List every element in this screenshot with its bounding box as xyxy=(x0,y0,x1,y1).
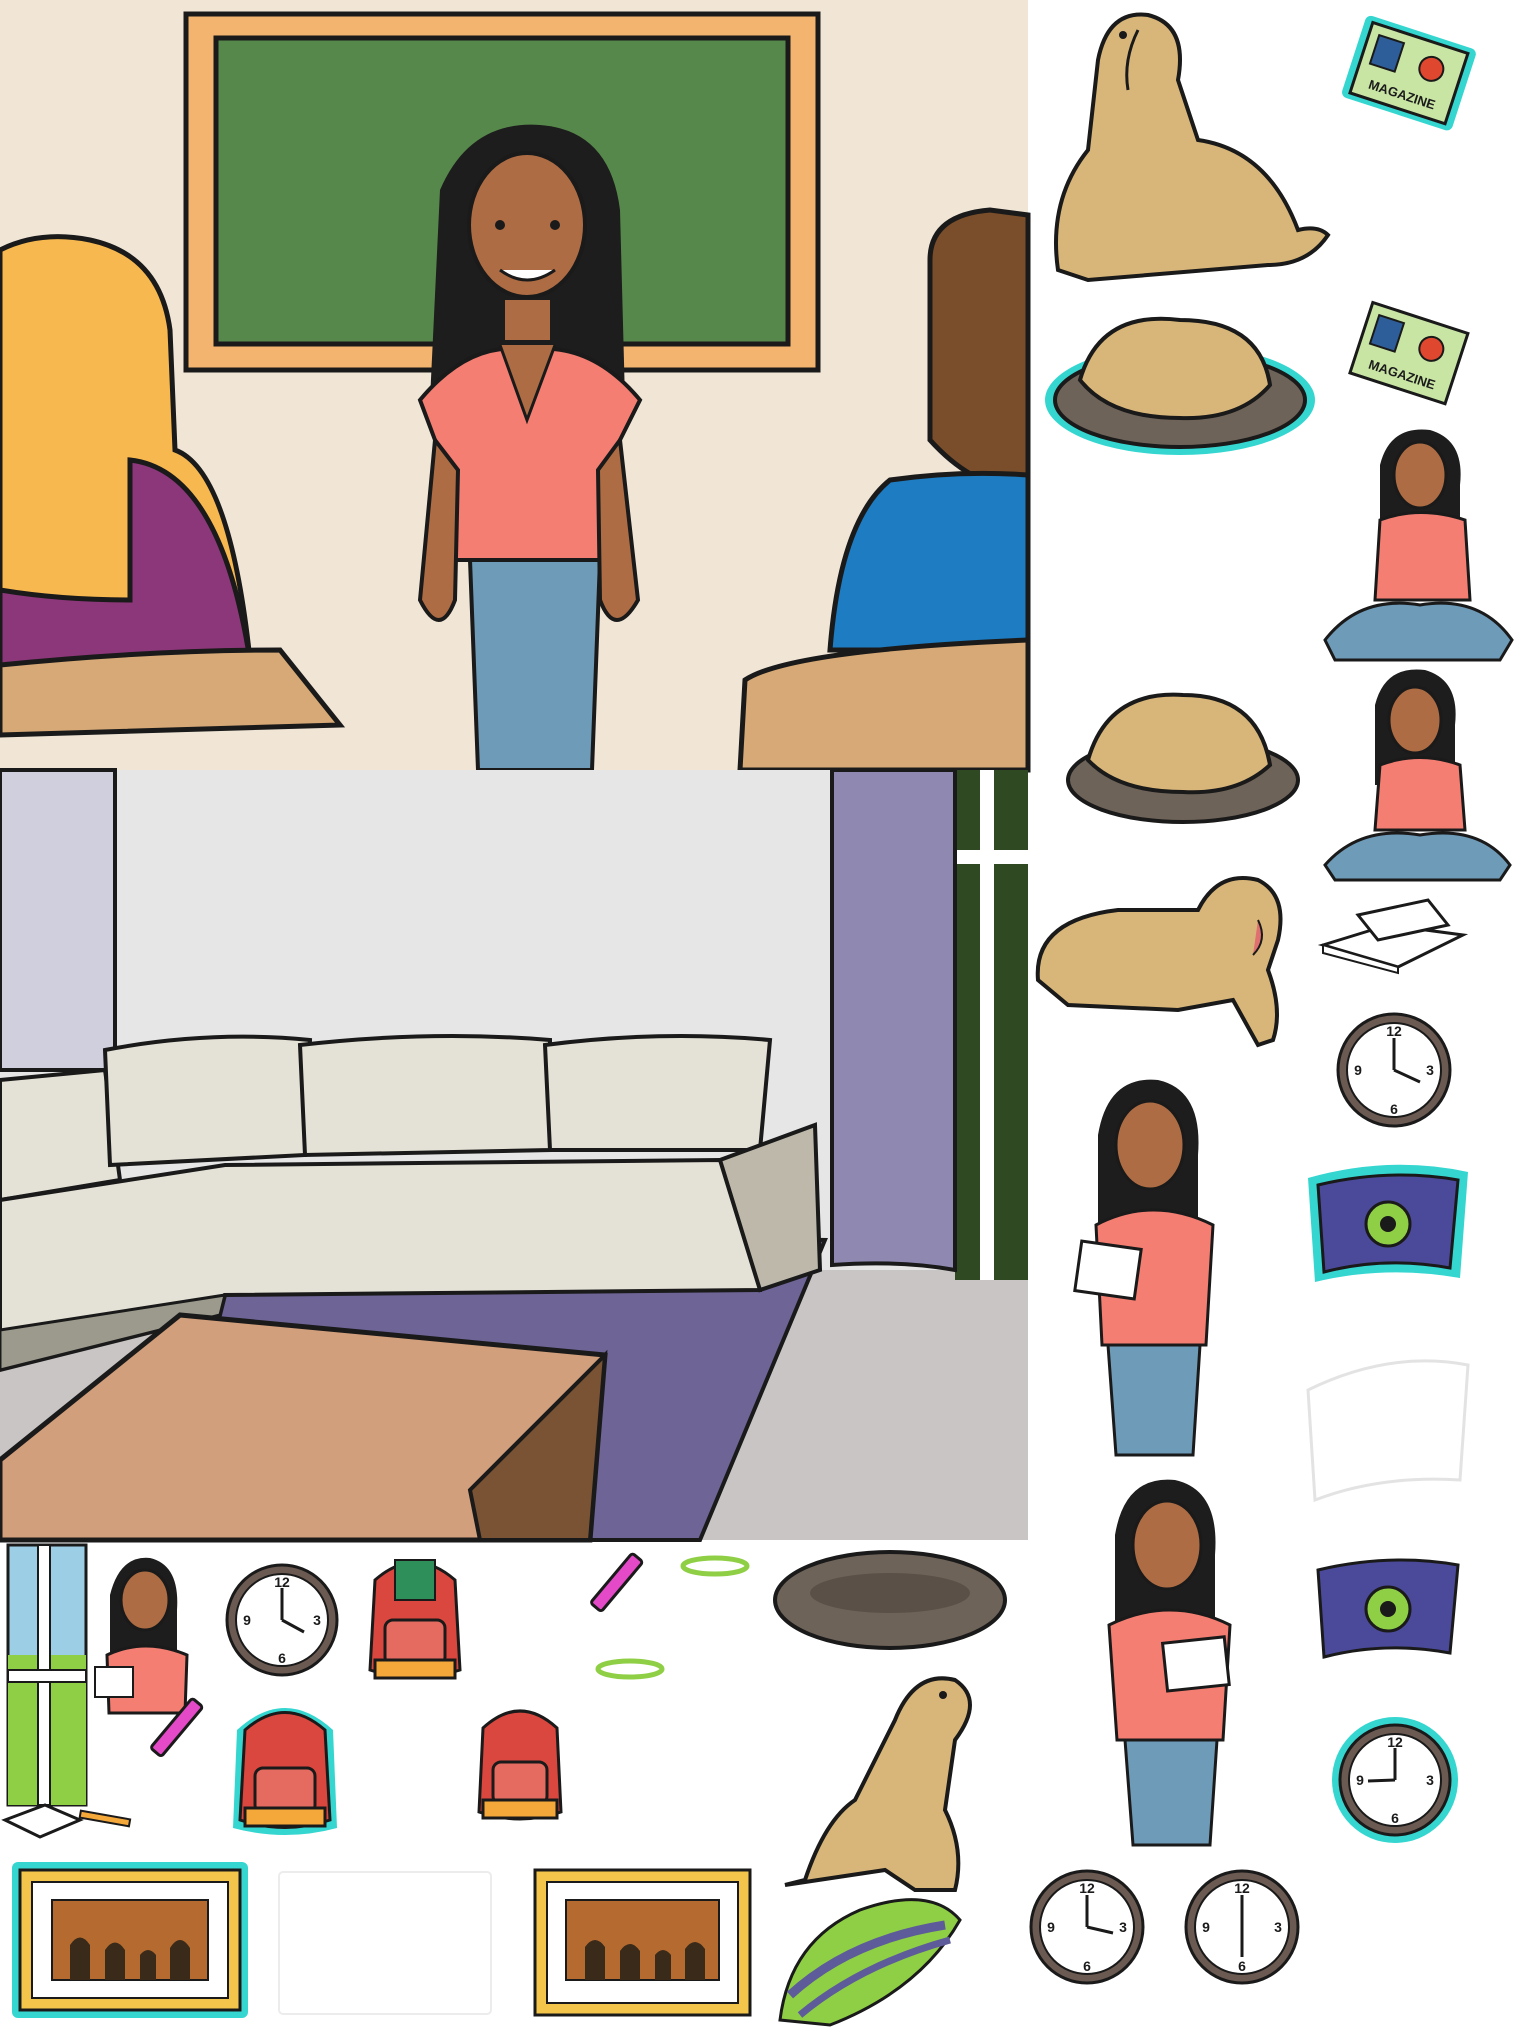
clock-numeral: 3 xyxy=(1119,1919,1127,1935)
dog-sitting[interactable] xyxy=(1028,0,1331,290)
papers-pencil[interactable] xyxy=(0,1795,135,1845)
clock-numeral: 12 xyxy=(274,1574,290,1590)
clock-numeral: 12 xyxy=(1386,1023,1402,1039)
backpack-small[interactable] xyxy=(465,1690,575,1830)
clock-numeral: 6 xyxy=(278,1650,286,1666)
living-room-scene[interactable] xyxy=(0,768,1028,1543)
pillow-highlighted[interactable] xyxy=(1300,1160,1474,1290)
window-fragment xyxy=(6,1543,88,1807)
dog-sleeping[interactable] xyxy=(1058,680,1308,830)
clock[interactable]: 12 3 6 9 xyxy=(1025,1865,1150,1990)
green-ring xyxy=(595,1658,665,1680)
curtain xyxy=(830,768,957,1273)
clock-numeral: 6 xyxy=(1238,1958,1246,1974)
magazine[interactable]: MAGAZINE xyxy=(1338,296,1478,416)
clock-numeral: 6 xyxy=(1390,1101,1398,1117)
clock[interactable]: 12 3 6 9 xyxy=(1180,1865,1305,1990)
dog-sleeping-highlighted[interactable] xyxy=(1040,300,1320,460)
pillow-blank[interactable] xyxy=(1300,1350,1474,1520)
window xyxy=(955,770,1028,1280)
green-ring xyxy=(680,1555,750,1577)
picture-frame-highlighted[interactable] xyxy=(10,1860,250,2020)
dog-bed[interactable] xyxy=(770,1545,1010,1655)
blank-frame[interactable] xyxy=(275,1868,495,2018)
papers[interactable] xyxy=(1317,895,1469,975)
clock-numeral: 12 xyxy=(1387,1734,1403,1750)
clock[interactable]: 12 3 6 9 xyxy=(222,1560,342,1680)
clock-numeral: 9 xyxy=(1354,1062,1362,1078)
clock-numeral: 3 xyxy=(1426,1062,1434,1078)
girl-sitting[interactable] xyxy=(1320,425,1514,665)
girl-holding-card-small[interactable] xyxy=(1095,1475,1245,1847)
girl-thinking[interactable] xyxy=(1320,665,1514,895)
girl-holding-card[interactable] xyxy=(1073,1075,1228,1457)
dog-sitting-small[interactable] xyxy=(765,1660,1005,1900)
clock-numeral: 9 xyxy=(1356,1772,1364,1788)
classroom-scene[interactable] xyxy=(0,0,1031,773)
clock-numeral: 6 xyxy=(1391,1810,1399,1826)
clock-highlighted[interactable]: 12 3 6 9 xyxy=(1330,1715,1460,1845)
clock-numeral: 9 xyxy=(1047,1919,1055,1935)
clock-numeral: 9 xyxy=(1202,1919,1210,1935)
girl-holding-card-bust[interactable] xyxy=(94,1555,195,1715)
clock-numeral: 12 xyxy=(1079,1880,1095,1896)
pillow[interactable] xyxy=(1300,1545,1474,1675)
magazine-highlighted[interactable]: MAGAZINE xyxy=(1338,15,1478,136)
blanket[interactable] xyxy=(770,1880,970,2030)
marker[interactable] xyxy=(585,1550,650,1615)
clock-numeral: 6 xyxy=(1083,1958,1091,1974)
clock[interactable]: 12 3 6 9 xyxy=(1332,1008,1456,1132)
clock-numeral: 3 xyxy=(313,1612,321,1628)
backpack[interactable] xyxy=(355,1540,475,1690)
backpack-highlighted[interactable] xyxy=(225,1690,345,1840)
picture-frame[interactable] xyxy=(530,1865,755,2020)
marker-small[interactable] xyxy=(145,1695,210,1760)
clock-numeral: 9 xyxy=(243,1612,251,1628)
clock-numeral: 3 xyxy=(1274,1919,1282,1935)
clock-numeral: 3 xyxy=(1426,1772,1434,1788)
dog-lying[interactable] xyxy=(1028,860,1308,1050)
clock-numeral: 12 xyxy=(1234,1880,1250,1896)
